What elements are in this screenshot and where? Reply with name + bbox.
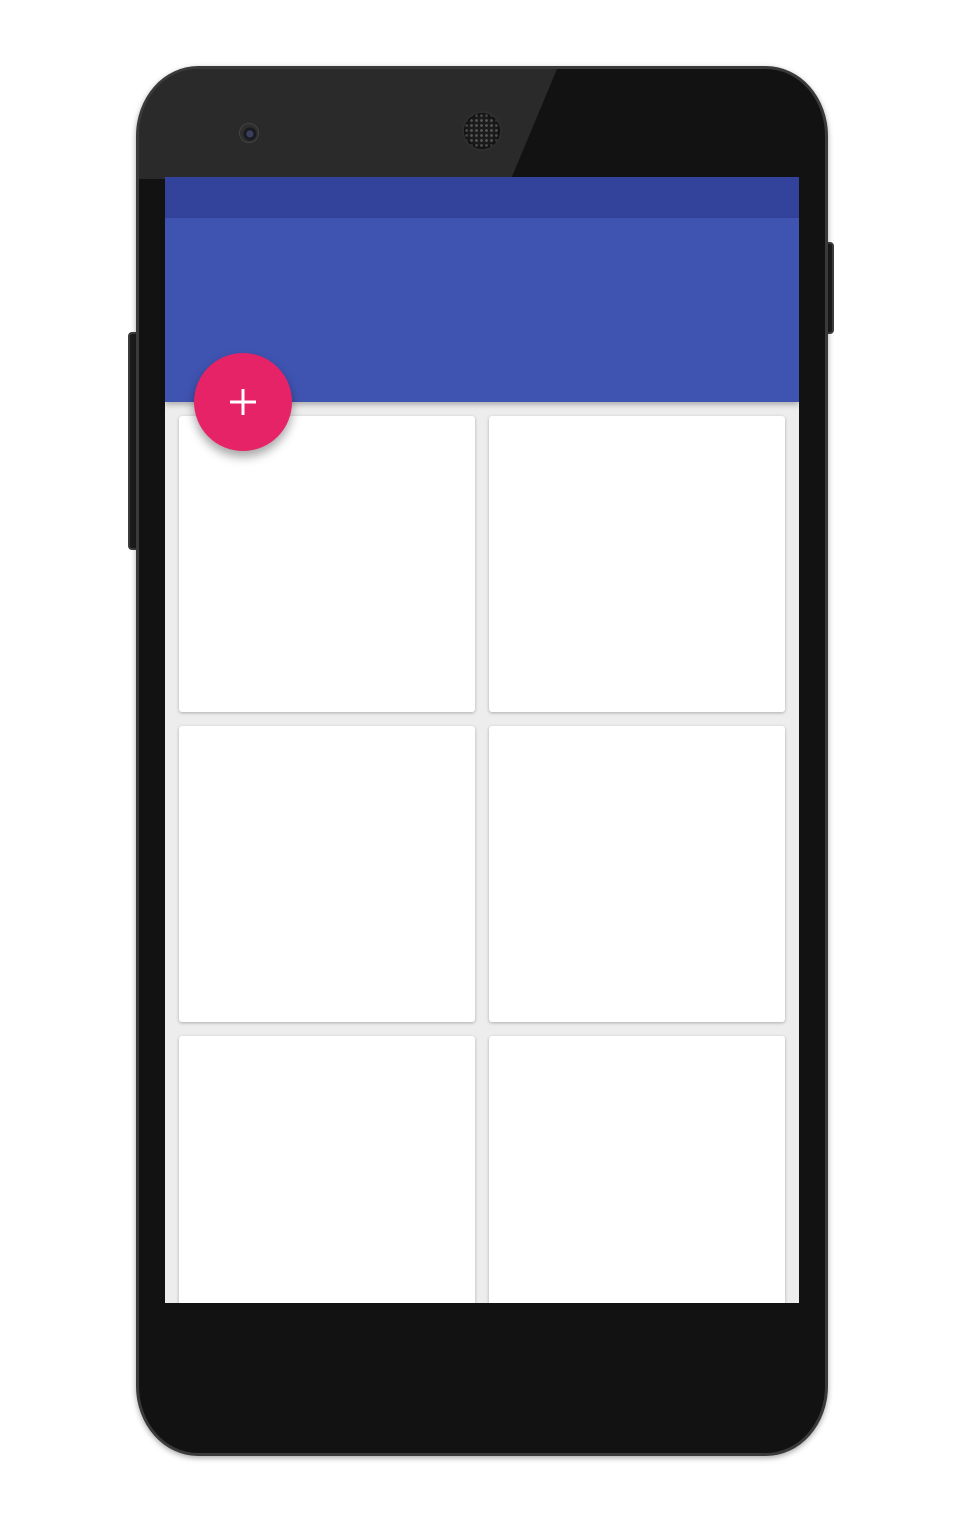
card[interactable]: [179, 416, 475, 712]
card-grid: [179, 416, 785, 1303]
status-bar: [165, 177, 799, 218]
front-camera-icon: [240, 124, 258, 142]
plus-icon: [230, 389, 256, 415]
card[interactable]: [489, 416, 785, 712]
screen: [165, 177, 799, 1303]
card[interactable]: [179, 726, 475, 1022]
card[interactable]: [179, 1036, 475, 1303]
earpiece-speaker-icon: [464, 113, 500, 149]
card[interactable]: [489, 726, 785, 1022]
card[interactable]: [489, 1036, 785, 1303]
device-frame: [0, 0, 962, 1514]
add-fab-button[interactable]: [194, 353, 292, 451]
